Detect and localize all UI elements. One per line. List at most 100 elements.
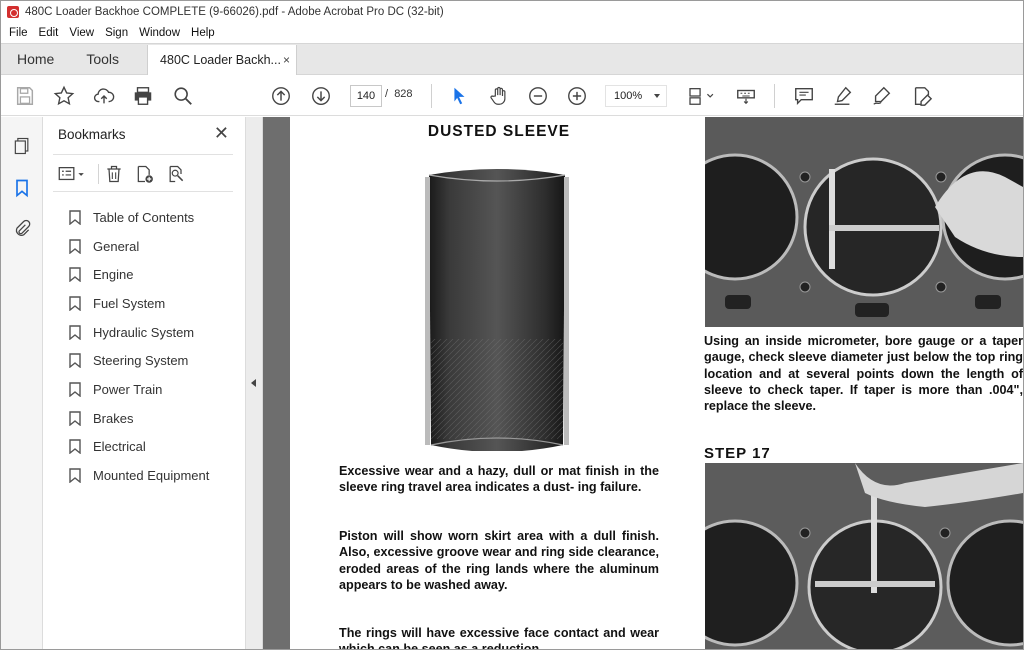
document-view[interactable]: DUSTED SLEEVE Excessive wear and a hazy,… xyxy=(263,117,1023,649)
navigation-rail xyxy=(1,117,43,649)
keyboard-tool-icon[interactable] xyxy=(734,84,758,108)
highlight-pen-icon[interactable] xyxy=(831,84,855,108)
bookmark-label: Brakes xyxy=(93,410,134,426)
menu-window[interactable]: Window xyxy=(139,27,180,39)
chevron-left-icon xyxy=(251,379,256,387)
bookmark-fuel-system[interactable]: Fuel System xyxy=(69,289,245,318)
zoom-value: 100% xyxy=(614,90,643,102)
bookmark-label: Power Train xyxy=(93,381,163,397)
page-number-input[interactable]: 140 xyxy=(350,85,382,107)
bookmark-label: Steering System xyxy=(93,353,189,369)
tab-close-icon[interactable]: × xyxy=(283,53,290,67)
bookmark-ribbon-icon xyxy=(69,210,81,225)
bookmark-label: Electrical xyxy=(93,439,146,455)
save-icon[interactable] xyxy=(13,84,37,108)
zoom-dropdown[interactable]: 100% xyxy=(605,85,667,107)
bookmark-ribbon-icon xyxy=(69,382,81,397)
bookmarks-panel-title: Bookmarks xyxy=(58,127,126,142)
window-title: 480C Loader Backhoe COMPLETE (9-66026).p… xyxy=(25,6,444,18)
menu-view[interactable]: View xyxy=(69,27,94,39)
page-thumbnails-icon[interactable] xyxy=(11,135,33,157)
bookmark-label: General xyxy=(93,238,140,254)
menu-sign[interactable]: Sign xyxy=(105,27,128,39)
toolbar-divider xyxy=(431,84,432,108)
menu-bar: File Edit View Sign Window Help xyxy=(1,23,1023,43)
bookmark-electrical[interactable]: Electrical xyxy=(69,433,245,462)
menu-help[interactable]: Help xyxy=(191,27,215,39)
print-icon[interactable] xyxy=(131,84,155,108)
bookmark-table-of-contents[interactable]: Table of Contents xyxy=(69,203,245,232)
bookmark-list: Table of Contents General Engine Fuel Sy… xyxy=(69,203,245,490)
delete-bookmark-icon[interactable] xyxy=(103,163,125,185)
bookmark-steering-system[interactable]: Steering System xyxy=(69,346,245,375)
bookmarks-toolbar xyxy=(53,154,233,192)
tab-home[interactable]: Home xyxy=(1,44,70,74)
chevron-down-icon xyxy=(654,94,660,98)
bookmark-mounted-equipment[interactable]: Mounted Equipment xyxy=(69,461,245,490)
bore-gauge-photo xyxy=(705,463,1023,649)
bookmark-ribbon-icon xyxy=(69,353,81,369)
toolbar-divider xyxy=(98,164,99,184)
tab-bar: Home Tools 480C Loader Backh... × xyxy=(1,43,1023,75)
bookmark-brakes[interactable]: Brakes xyxy=(69,404,245,433)
acrobat-logo-icon xyxy=(7,6,19,18)
page-heading: DUSTED SLEEVE xyxy=(427,123,571,140)
left-column: DUSTED SLEEVE Excessive wear and a hazy,… xyxy=(339,117,659,649)
bookmark-power-train[interactable]: Power Train xyxy=(69,375,245,404)
search-icon[interactable] xyxy=(171,84,195,108)
tab-document[interactable]: 480C Loader Backh... × xyxy=(147,45,298,75)
bookmark-engine[interactable]: Engine xyxy=(69,260,245,289)
bookmark-label: Fuel System xyxy=(93,295,166,311)
bookmarks-panel: Bookmarks ✕ Table of Contents General En… xyxy=(43,117,246,649)
bookmark-label: Mounted Equipment xyxy=(93,468,210,484)
next-page-icon[interactable] xyxy=(309,84,333,108)
paragraph-micrometer-instructions: Using an inside micrometer, bore gauge o… xyxy=(704,334,1023,414)
bookmark-ribbon-icon xyxy=(69,296,81,311)
paragraph-dusting-failure: Excessive wear and a hazy, dull or mat f… xyxy=(339,464,659,495)
bookmark-ribbon-icon xyxy=(69,324,81,340)
bookmarks-panel-icon[interactable] xyxy=(11,177,33,199)
page-total: / 828 xyxy=(385,88,413,100)
menu-file[interactable]: File xyxy=(9,27,28,39)
add-bookmark-icon[interactable] xyxy=(134,163,156,185)
bookmark-ribbon-icon xyxy=(69,238,81,254)
previous-page-icon[interactable] xyxy=(269,84,293,108)
bookmark-label: Table of Contents xyxy=(93,209,195,225)
edit-pdf-icon[interactable] xyxy=(910,84,934,108)
bookmark-ribbon-icon xyxy=(69,439,81,455)
total-pages: 828 xyxy=(394,88,413,100)
star-bookmark-icon[interactable] xyxy=(52,84,76,108)
pdf-page: DUSTED SLEEVE Excessive wear and a hazy,… xyxy=(290,117,1023,649)
attachments-paperclip-icon[interactable] xyxy=(11,218,33,240)
cloud-upload-icon[interactable] xyxy=(92,84,116,108)
toolbar-divider xyxy=(774,84,775,108)
panel-collapse-handle[interactable] xyxy=(246,117,263,649)
zoom-in-icon[interactable] xyxy=(565,84,589,108)
page-fit-icon[interactable] xyxy=(684,84,718,108)
sign-pen-icon[interactable] xyxy=(870,84,894,108)
paragraph-piston-wear: Piston will show worn skirt area with a … xyxy=(339,529,659,592)
micrometer-measurement-photo xyxy=(705,117,1023,327)
zoom-out-icon[interactable] xyxy=(526,84,550,108)
bookmark-hydraulic-system[interactable]: Hydraulic System xyxy=(69,318,245,347)
comment-icon[interactable] xyxy=(792,84,816,108)
bookmark-label: Engine xyxy=(93,267,134,283)
page-separator: / xyxy=(385,88,389,100)
bookmark-options-icon[interactable] xyxy=(55,163,89,185)
tab-document-label: 480C Loader Backh... xyxy=(160,53,281,67)
close-icon[interactable]: ✕ xyxy=(214,123,229,144)
hand-tool-icon[interactable] xyxy=(487,84,511,108)
bookmark-ribbon-icon xyxy=(69,267,81,283)
dusted-sleeve-photo xyxy=(425,169,569,451)
bookmark-label: Hydraulic System xyxy=(93,324,195,340)
bookmark-ribbon-icon xyxy=(69,468,81,484)
toolbar: 140 / 828 100% xyxy=(1,76,1023,116)
bookmark-ribbon-icon xyxy=(69,410,81,426)
acrobat-window: 480C Loader Backhoe COMPLETE (9-66026).p… xyxy=(0,0,1024,650)
bookmark-general[interactable]: General xyxy=(69,232,245,261)
tab-tools[interactable]: Tools xyxy=(70,44,135,74)
menu-edit[interactable]: Edit xyxy=(39,27,59,39)
title-bar: 480C Loader Backhoe COMPLETE (9-66026).p… xyxy=(1,1,1023,23)
select-cursor-icon[interactable] xyxy=(447,84,471,108)
find-bookmark-icon[interactable] xyxy=(165,163,187,185)
